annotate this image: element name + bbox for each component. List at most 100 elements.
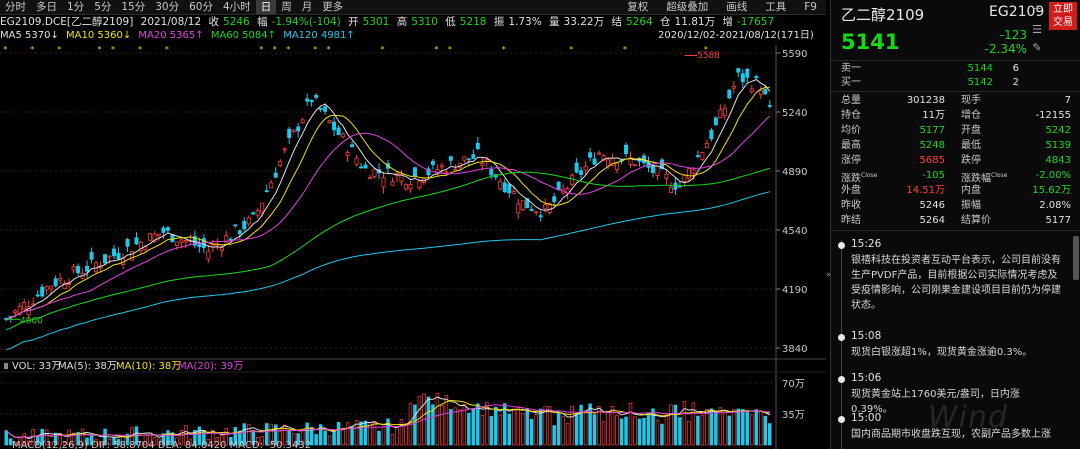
contract-name: 乙二醇2109	[841, 6, 925, 24]
candle-body	[255, 210, 260, 216]
volume-bar	[471, 408, 476, 446]
low-label: 4000	[20, 316, 43, 326]
stat-row: 最高 5248 最低 5139	[831, 139, 1080, 152]
volume-bar	[395, 426, 399, 446]
news-dot	[838, 242, 845, 249]
stat-label: 涨停	[841, 155, 861, 166]
edit-icon[interactable]: ✎	[1031, 42, 1043, 54]
volume-bar	[660, 423, 664, 446]
news-scrollbar[interactable]	[1073, 236, 1079, 280]
candle-body	[336, 127, 341, 136]
volume-bar	[476, 403, 480, 446]
volume-bar	[754, 409, 759, 446]
buy1-label: 买一	[841, 77, 861, 88]
candle-body	[538, 215, 543, 218]
y-tick-label: 4890	[782, 167, 807, 178]
news-dot	[838, 334, 845, 341]
add-icon[interactable]: +	[1031, 3, 1043, 15]
sell1-row: 卖一 5144 6	[831, 62, 1080, 75]
volume-bar	[435, 392, 440, 446]
stat-row: 涨停 5685 跌停 4843	[831, 154, 1080, 167]
candle-body	[606, 159, 611, 167]
stat-value: 5177	[919, 125, 945, 136]
volume-bar	[332, 431, 336, 446]
volume-bar	[759, 410, 763, 446]
candle-body	[453, 168, 458, 171]
ma60-line	[6, 167, 770, 331]
candle-body	[588, 152, 593, 158]
candle-body	[592, 158, 597, 165]
stat-label: 涨跌幅Close	[961, 172, 1008, 185]
signal-star: *	[98, 45, 102, 54]
candle-body	[624, 144, 629, 155]
candle-body	[686, 168, 691, 179]
candle-body	[147, 233, 152, 241]
y-tick-label: 4540	[782, 226, 807, 237]
volume-bar	[390, 433, 395, 446]
candle-body	[709, 130, 714, 140]
candle-body	[390, 181, 395, 186]
volume-bar	[565, 423, 570, 446]
last-price: 5141	[841, 30, 900, 54]
candle-body	[444, 171, 449, 174]
signal-star: *	[327, 45, 331, 54]
candle-body	[287, 128, 292, 138]
news-item[interactable]: 现货白银涨超1%，现货黄金涨逾0.3%。	[851, 345, 1061, 360]
volume-bar	[489, 415, 494, 446]
volume-bar	[413, 404, 417, 446]
candle-body	[430, 160, 435, 165]
candle-body	[736, 68, 741, 73]
candle-body	[291, 129, 296, 132]
volume-bar	[547, 406, 552, 446]
close-tag: Close	[991, 172, 1008, 179]
candle-body	[323, 106, 328, 112]
stat-row: 涨跌Close -105 涨跌幅Close -2.00%	[831, 169, 1080, 185]
candle-body	[107, 255, 112, 258]
volume-bar	[440, 405, 444, 446]
trade-now-label: 立即交易	[1053, 4, 1073, 28]
candle-body	[583, 165, 588, 171]
stat-label: 昨收	[841, 200, 861, 211]
vol-tick-label: 70万	[782, 379, 805, 390]
volume-bar	[467, 412, 471, 446]
stat-value: 14.51万	[906, 185, 945, 196]
stat-value: -2.00%	[1035, 170, 1071, 181]
buy1-volume: 2	[1012, 77, 1019, 88]
divider	[831, 60, 1080, 61]
menu-icon[interactable]: ☰	[1031, 24, 1043, 36]
sell1-volume: 6	[1012, 63, 1019, 74]
quote-panel: 乙二醇2109 EG2109 5141 -123 -2.34% + ☰ ✎ 立即…	[830, 0, 1080, 449]
volume-bar	[606, 411, 610, 446]
stat-label: 现手	[961, 95, 981, 106]
volume-bar	[732, 409, 736, 446]
volume-bar	[494, 406, 498, 446]
candle-body	[507, 184, 512, 194]
volume-bar	[678, 417, 682, 446]
volume-bar	[637, 418, 642, 446]
volume-bar	[592, 414, 597, 446]
candle-body	[650, 165, 655, 173]
volume-bar	[624, 416, 628, 446]
candle-body	[35, 294, 40, 297]
candle-body	[633, 164, 638, 167]
volume-bar	[597, 406, 601, 446]
signal-star: *	[111, 45, 115, 54]
y-tick-label: 5590	[782, 49, 807, 60]
signal-star: *	[286, 45, 290, 54]
candle-body	[417, 180, 422, 189]
signal-star: *	[3, 45, 7, 54]
kline-chart[interactable]: 5590 5240 4890 4540 4190 3840 5588 4000 * * * * * * * *…	[0, 0, 826, 449]
signal-star: *	[313, 45, 317, 54]
candle-body	[233, 224, 238, 227]
vol-legend-item: MA(20): 39万	[178, 361, 243, 372]
news-item[interactable]: 银禧科技在投资者互动平台表示，公司目前没有生产PVDF产品，目前根据公司实际情况…	[851, 253, 1061, 313]
candle-body	[664, 173, 669, 179]
trade-now-button[interactable]: 立即交易	[1049, 2, 1077, 30]
candle-body	[300, 119, 305, 124]
vol-legend-item: MA(10): 38万	[116, 361, 181, 372]
volume-bar	[534, 414, 538, 446]
news-dot	[838, 416, 845, 423]
volume-bar	[750, 414, 754, 446]
volume-bar	[336, 421, 341, 446]
volume-bar	[512, 408, 516, 446]
